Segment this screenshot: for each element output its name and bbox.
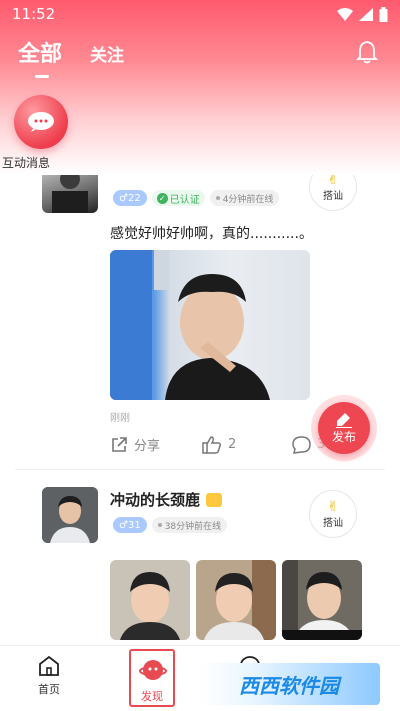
online-status-text: 38分钟前在线 — [164, 521, 222, 532]
watermark-text: 西西软件园 — [239, 673, 339, 698]
post-text: 感觉好帅好帅啊，真的...........。 — [110, 226, 313, 242]
post-photo[interactable] — [110, 250, 310, 400]
discover-planet-icon — [139, 660, 167, 680]
online-status-badge: 4分钟前在线 — [209, 190, 280, 206]
hand-wave-icon: ✌ — [327, 498, 339, 515]
tab-follow[interactable]: 关注 — [90, 41, 124, 68]
like-count: 2 — [228, 437, 237, 452]
post-actions: 分享 2 3 — [110, 435, 325, 454]
nav-discover[interactable]: 发现 — [129, 649, 175, 707]
nav-home-label: 首页 — [38, 683, 60, 696]
post-photo-thumbnail[interactable] — [196, 560, 276, 640]
post-photo-grid — [110, 560, 362, 640]
battery-icon — [379, 6, 388, 22]
watermark-logo: 西西软件园 — [198, 663, 380, 705]
thumbs-up-icon — [202, 435, 222, 454]
online-dot-icon — [157, 523, 162, 527]
post-photo-thumbnail[interactable] — [110, 560, 190, 640]
post-avatar[interactable] — [42, 487, 98, 543]
nav-home[interactable]: 首页 — [19, 654, 79, 697]
online-status-text: 4分钟前在线 — [222, 194, 274, 205]
interactive-messages-button[interactable] — [14, 95, 70, 149]
post-time: 刚刚 — [110, 413, 130, 424]
like-button[interactable]: 2 — [202, 435, 292, 454]
online-status-badge: 38分钟前在线 — [151, 517, 228, 533]
status-bar: 11:52 — [0, 0, 400, 28]
author-name-text: 冲动的长颈鹿 — [110, 491, 201, 509]
greet-label: 搭讪 — [323, 517, 343, 529]
home-icon — [39, 655, 59, 676]
wifi-icon — [337, 7, 353, 21]
verified-label: 已认证 — [169, 194, 200, 206]
post-photo-thumbnail[interactable] — [282, 560, 362, 640]
tab-all[interactable]: 全部 — [18, 36, 62, 78]
hand-wave-icon: ✌ — [327, 175, 339, 188]
status-time: 11:52 — [12, 5, 56, 23]
bottom-nav: 首页 发现 消息 西西软件园 — [0, 645, 400, 711]
greet-button[interactable]: ✌ 搭讪 — [309, 490, 357, 538]
share-label: 分享 — [134, 439, 161, 454]
post-badges: ♂22 ✓ 已认证 4分钟前在线 — [113, 190, 280, 206]
check-icon: ✓ — [156, 192, 168, 204]
share-button[interactable]: 分享 — [110, 435, 202, 454]
interactive-messages-label: 互动消息 — [2, 156, 51, 170]
publish-label: 发布 — [331, 429, 356, 444]
edit-pencil-icon — [336, 412, 352, 428]
post-badges: ♂31 38分钟前在线 — [113, 517, 228, 533]
post-author-name: 冲动的长颈鹿 — [110, 489, 223, 510]
comment-icon — [292, 435, 311, 454]
status-icons — [337, 6, 388, 22]
nav-discover-label: 发现 — [141, 690, 163, 703]
chat-bubble-icon — [14, 95, 68, 149]
top-tabs: 全部 关注 — [18, 36, 124, 78]
verified-badge: ✓ 已认证 — [151, 190, 205, 206]
post-avatar[interactable] — [42, 175, 98, 213]
greet-label: 搭讪 — [323, 190, 343, 202]
crown-icon — [206, 492, 223, 507]
signal-icon — [359, 7, 373, 21]
gender-age-badge: ♂22 — [113, 190, 147, 206]
online-dot-icon — [215, 196, 220, 200]
share-icon — [112, 436, 127, 452]
post-divider — [15, 469, 385, 470]
publish-button[interactable]: 发布 — [318, 402, 370, 454]
gender-age-badge: ♂31 — [113, 517, 147, 533]
greet-button[interactable]: ✌ 搭讪 — [309, 175, 357, 211]
notification-bell-icon[interactable] — [355, 40, 379, 68]
